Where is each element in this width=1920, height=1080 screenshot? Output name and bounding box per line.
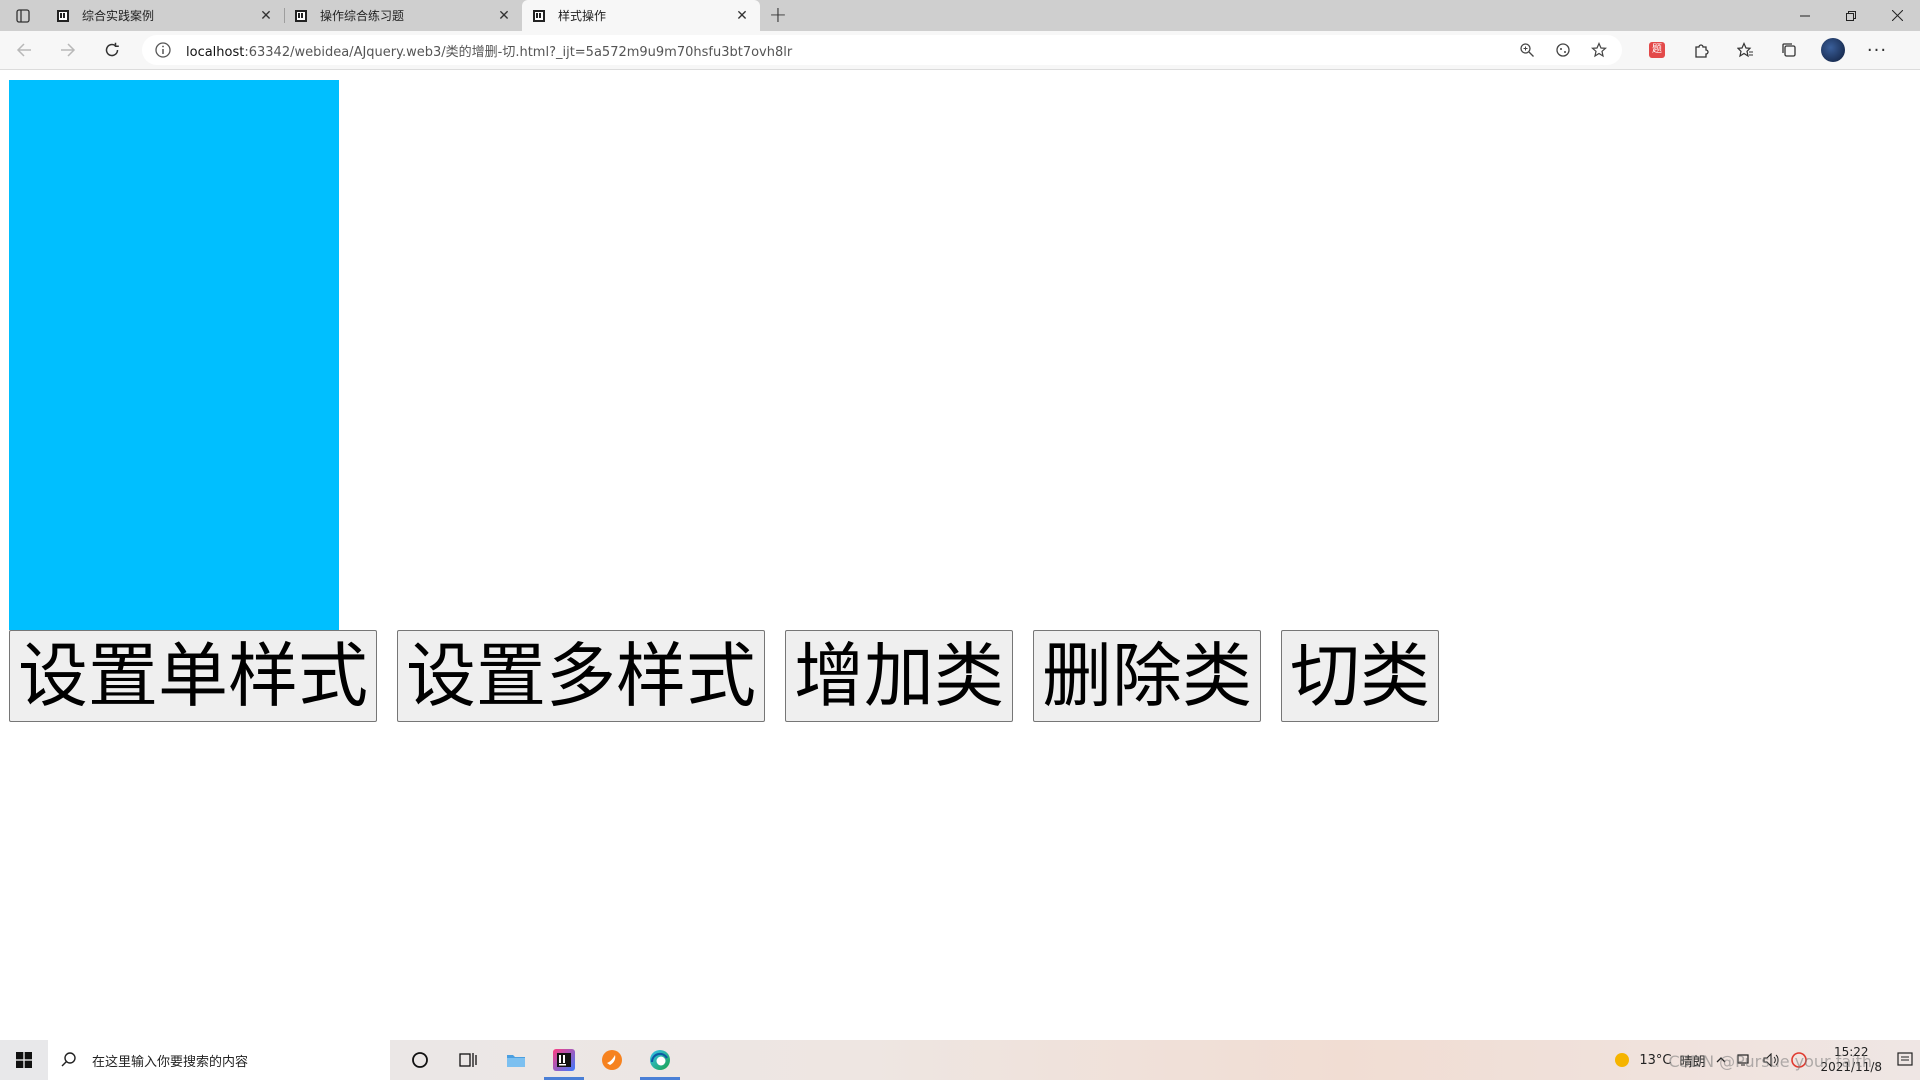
url-path: :63342/webidea/AJquery.web3/类的增删-切.html?… bbox=[244, 44, 793, 60]
cortana-button[interactable] bbox=[396, 1040, 444, 1080]
notification-icon bbox=[1897, 1052, 1913, 1066]
edge-icon bbox=[650, 1050, 670, 1070]
refresh-icon bbox=[105, 42, 119, 57]
close-icon[interactable]: ✕ bbox=[496, 8, 512, 24]
refresh-button[interactable] bbox=[92, 34, 132, 66]
close-window-button[interactable] bbox=[1874, 0, 1920, 31]
cookie-icon bbox=[1556, 43, 1570, 57]
url-text[interactable]: localhost:63342/webidea/AJquery.web3/类的增… bbox=[186, 41, 1508, 60]
arrow-left-icon bbox=[16, 43, 31, 57]
edge-button[interactable] bbox=[636, 1040, 684, 1080]
tab-title: 样式操作 bbox=[558, 9, 607, 23]
extension-badge-icon: 题 bbox=[1649, 42, 1665, 58]
intellij-icon bbox=[553, 1049, 575, 1071]
windows-taskbar: 在这里输入你要搜索的内容 13°C 晴朗 15:22 2021/11/8 CSD… bbox=[0, 1040, 1920, 1080]
button-row: 设置单样式 设置多样式 增加类 删除类 切类 bbox=[9, 630, 1439, 722]
start-button[interactable] bbox=[0, 1040, 48, 1080]
folder-icon bbox=[507, 1055, 525, 1067]
close-icon[interactable]: ✕ bbox=[258, 8, 274, 24]
new-tab-button[interactable]: + bbox=[760, 0, 796, 31]
address-bar-icons bbox=[1516, 39, 1610, 61]
set-multi-style-button[interactable]: 设置多样式 bbox=[397, 630, 765, 722]
restore-icon bbox=[1846, 10, 1856, 21]
intellij-favicon-icon bbox=[295, 9, 307, 22]
search-placeholder: 在这里输入你要搜索的内容 bbox=[92, 1054, 249, 1070]
page-viewport: 设置单样式 设置多样式 增加类 删除类 切类 bbox=[0, 71, 1920, 1040]
arrow-right-icon bbox=[61, 43, 76, 57]
tab-actions-icon bbox=[16, 8, 30, 23]
file-explorer-button[interactable] bbox=[492, 1040, 540, 1080]
set-single-style-button[interactable]: 设置单样式 bbox=[9, 630, 377, 722]
weather-temp: 13°C bbox=[1639, 1052, 1672, 1068]
minimize-icon bbox=[1800, 15, 1810, 16]
task-view-icon bbox=[459, 1053, 477, 1067]
zoom-button[interactable] bbox=[1516, 39, 1538, 61]
tracking-prevention-button[interactable] bbox=[1552, 39, 1574, 61]
profile-button[interactable] bbox=[1818, 35, 1848, 65]
avatar bbox=[1821, 38, 1845, 62]
close-icon[interactable]: ✕ bbox=[734, 8, 750, 24]
sun-icon bbox=[1615, 1053, 1630, 1067]
styled-box bbox=[9, 80, 339, 630]
taskbar-search[interactable]: 在这里输入你要搜索的内容 bbox=[48, 1040, 390, 1080]
extensions-button[interactable] bbox=[1686, 35, 1716, 65]
zoom-icon bbox=[1520, 43, 1534, 57]
favorites-icon bbox=[1736, 42, 1753, 58]
close-icon bbox=[1891, 10, 1903, 21]
window-controls bbox=[1782, 0, 1920, 31]
tab-2[interactable]: 操作综合练习题 ✕ bbox=[284, 0, 522, 31]
tab-title: 综合实践案例 bbox=[82, 9, 155, 23]
notification-center-button[interactable] bbox=[1890, 1040, 1920, 1080]
browser-window: 综合实践案例 ✕ 操作综合练习题 ✕ 样式操作 ✕ + localhost:63… bbox=[0, 0, 1920, 1080]
windows-logo-icon bbox=[16, 1052, 32, 1068]
url-host: localhost bbox=[186, 44, 245, 60]
favorites-button[interactable] bbox=[1730, 35, 1760, 65]
intellij-favicon-icon bbox=[533, 9, 545, 22]
address-bar[interactable]: localhost:63342/webidea/AJquery.web3/类的增… bbox=[142, 35, 1622, 65]
tab-actions-button[interactable] bbox=[0, 0, 46, 31]
add-class-button[interactable]: 增加类 bbox=[785, 630, 1013, 722]
toggle-class-button[interactable]: 切类 bbox=[1281, 630, 1439, 722]
add-favorite-button[interactable] bbox=[1588, 39, 1610, 61]
orange-app-button[interactable] bbox=[588, 1040, 636, 1080]
watermark-text: CSDN @Pursue your faith bbox=[1668, 1052, 1872, 1071]
search-icon bbox=[61, 1052, 76, 1067]
tab-title: 操作综合练习题 bbox=[320, 9, 405, 23]
orange-app-icon bbox=[602, 1050, 622, 1070]
intellij-button[interactable] bbox=[540, 1040, 588, 1080]
info-icon[interactable] bbox=[154, 41, 172, 59]
more-icon: ··· bbox=[1866, 39, 1888, 61]
back-button[interactable] bbox=[4, 34, 44, 66]
remove-class-button[interactable]: 删除类 bbox=[1033, 630, 1261, 722]
collections-button[interactable] bbox=[1774, 35, 1804, 65]
collections-icon bbox=[1782, 43, 1796, 57]
intellij-favicon-icon bbox=[57, 9, 69, 22]
browser-toolbar: localhost:63342/webidea/AJquery.web3/类的增… bbox=[0, 31, 1920, 70]
forward-button[interactable] bbox=[48, 34, 88, 66]
taskbar-apps bbox=[396, 1040, 684, 1080]
system-tray: 13°C 晴朗 15:22 2021/11/8 CSDN @Pursue you… bbox=[1608, 1040, 1920, 1080]
task-view-button[interactable] bbox=[444, 1040, 492, 1080]
puzzle-icon bbox=[1695, 44, 1709, 58]
cortana-icon bbox=[412, 1052, 428, 1068]
extension-button[interactable]: 题 bbox=[1642, 35, 1672, 65]
tab-strip: 综合实践案例 ✕ 操作综合练习题 ✕ 样式操作 ✕ + bbox=[0, 0, 1920, 31]
restore-button[interactable] bbox=[1828, 0, 1874, 31]
settings-more-button[interactable]: ··· bbox=[1862, 35, 1892, 65]
tab-1[interactable]: 综合实践案例 ✕ bbox=[46, 0, 284, 31]
minimize-button[interactable] bbox=[1782, 0, 1828, 31]
tab-3-active[interactable]: 样式操作 ✕ bbox=[522, 0, 760, 31]
star-add-icon bbox=[1591, 42, 1607, 58]
toolbar-icons: 题 ··· bbox=[1642, 35, 1892, 65]
